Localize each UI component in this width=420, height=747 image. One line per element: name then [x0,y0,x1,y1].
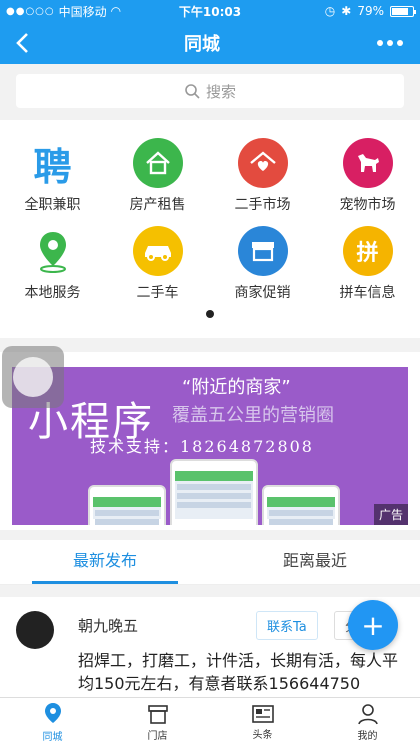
post-text: 招焊工，打磨工，计件活，长期有活，每人平均150元左右，有意者联系1566447… [78,651,399,693]
banner-subtitle: 覆盖五公里的营销圈 [172,405,334,426]
tabbar-item-local[interactable]: 同城 [0,698,105,747]
assistive-touch-button[interactable] [2,346,64,408]
user-icon [357,704,378,725]
category-item-housing[interactable]: 房产租售 [105,138,210,214]
post-author: 朝九晚五 [78,617,139,635]
search-placeholder: 搜索 [205,82,236,101]
tabbar-label: 同城 [42,732,63,743]
status-time: 下午10:03 [178,4,242,19]
assistive-touch-icon [13,357,53,397]
category-label: 房产租售 [129,197,186,213]
tabbar-label: 头条 [252,730,273,741]
ad-badge: 广告 [373,504,408,525]
category-item-promotions[interactable]: 商家促销 [210,226,315,302]
nav-bar: 同城 [0,22,420,64]
search-area: 搜索 [0,64,420,120]
tab-nearest[interactable]: 距离最近 [210,540,420,584]
contact-button[interactable]: 联系Ta [256,611,318,640]
tabbar-label: 门店 [147,731,168,742]
category-label: 拼车信息 [339,285,396,301]
phone-mockup [170,459,258,525]
category-label: 二手车 [136,285,179,301]
category-item-secondhand[interactable]: 二手市场 [210,138,315,214]
category-item-carpool[interactable]: 拼 拼车信息 [315,226,420,302]
job-icon: 聘 [33,144,72,189]
tabbar-item-me[interactable]: 我的 [315,698,420,747]
news-icon [251,705,274,723]
banner-tagline: “附近的商家” [182,377,291,398]
tabbar-label: 我的 [357,731,378,742]
ad-banner[interactable]: 小程序 “附近的商家” 覆盖五公里的营销圈 技术支持：18264872808 广… [12,367,408,525]
tab-latest[interactable]: 最新发布 [0,540,210,584]
carrier-label: 中国移动 [58,4,107,19]
category-label: 本地服务 [24,285,81,301]
status-right: ◷ ✱ 79% [264,4,416,18]
search-icon [185,84,200,99]
add-post-button[interactable]: + [348,600,398,650]
category-item-used-car[interactable]: 二手车 [105,226,210,302]
pager-dot [206,310,214,318]
home-heart-icon [237,138,288,188]
status-left: ●●○○○ 中国移动 ◠ [6,3,156,20]
battery-fill [392,7,408,15]
status-bar: ●●○○○ 中国移动 ◠ 下午10:03 ◷ ✱ 79% [0,0,420,22]
tabbar-item-news[interactable]: 头条 [210,698,315,747]
bottom-tabbar: 同城 门店 头条 我的 [0,697,420,747]
phone-mockup [88,485,166,525]
signal-icon: ●●○○○ [6,5,55,17]
dog-icon [342,138,393,188]
store-icon [147,705,168,724]
wifi-icon: ◠ [110,4,122,18]
category-label: 宠物市场 [339,197,396,213]
more-dot-icon [377,40,383,46]
location-icon [28,226,78,276]
chevron-left-icon [16,33,28,53]
carpool-icon: 拼 [342,226,393,276]
category-item-jobs[interactable]: 聘 全职兼职 [0,138,105,214]
category-label: 全职兼职 [24,197,81,213]
tabbar-item-store[interactable]: 门店 [105,698,210,747]
car-icon [132,226,183,276]
search-input[interactable]: 搜索 [16,74,404,108]
alarm-icon: ◷ [324,4,336,18]
battery-icon [390,5,416,17]
avatar[interactable] [16,611,54,649]
page-title: 同城 [184,34,220,55]
category-label: 商家促销 [234,285,291,301]
category-item-pets[interactable]: 宠物市场 [315,138,420,214]
category-item-local-service[interactable]: 本地服务 [0,226,105,302]
location-pin-icon [44,703,61,723]
feed-tabs: 最新发布 距离最近 [0,540,420,585]
back-button[interactable] [0,22,44,64]
category-grid: 聘 全职兼职 房产租售 二手市场 宠物市场 本地服务 二手车 商家促销 拼 拼车… [0,120,420,338]
more-dot-icon [397,40,403,46]
more-button[interactable] [360,40,420,46]
more-dot-icon [387,40,393,46]
phone-mockup [262,485,340,525]
battery-percent: 79% [357,4,384,18]
category-label: 二手市场 [234,197,291,213]
bluetooth-icon: ✱ [341,4,352,18]
banner-support: 技术支持：18264872808 [90,437,314,456]
store-icon [237,226,288,276]
house-icon [132,138,183,188]
